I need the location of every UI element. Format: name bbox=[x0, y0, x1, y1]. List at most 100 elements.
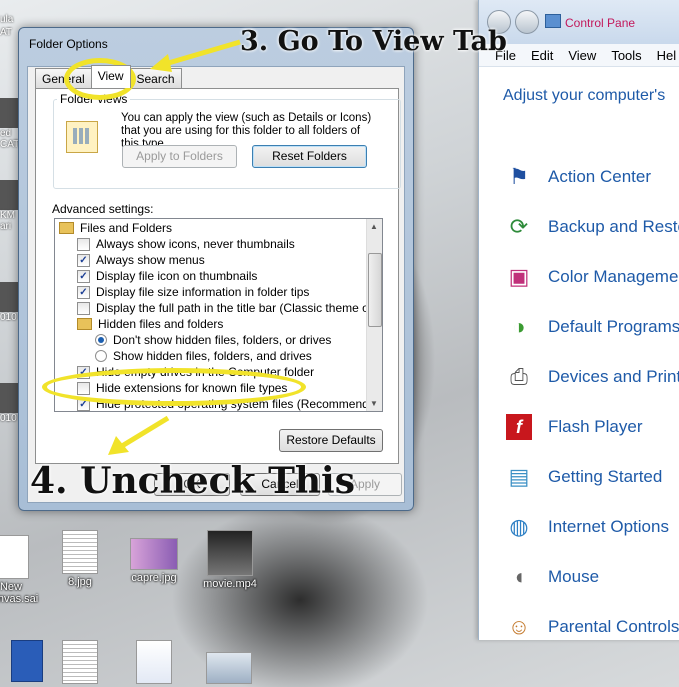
folder-options-dialog: Folder Options General View Search Folde… bbox=[18, 27, 414, 511]
tab-search[interactable]: Search bbox=[129, 68, 182, 89]
tree-label: Display the full path in the title bar (… bbox=[96, 301, 383, 315]
desktop-icon-label: 010 bbox=[0, 312, 17, 323]
breadcrumb[interactable]: Control Pane bbox=[565, 16, 635, 30]
cp-item-flash-player[interactable]: f Flash Player bbox=[502, 402, 679, 452]
scroll-down-icon[interactable]: ▼ bbox=[370, 399, 378, 408]
forward-icon[interactable] bbox=[515, 10, 539, 34]
tree-option-display-file-icon[interactable]: ✓ Display file icon on thumbnails bbox=[77, 268, 257, 284]
default-programs-icon: ◑ bbox=[512, 314, 526, 339]
checkbox[interactable] bbox=[77, 237, 90, 251]
desktop-icon-label: ula bbox=[0, 14, 14, 25]
hide-extensions-highlight bbox=[42, 368, 306, 406]
parental-controls-icon: ☺ bbox=[507, 614, 531, 639]
printer-icon: ⎙ bbox=[510, 364, 528, 389]
reset-folders-button[interactable]: Reset Folders bbox=[252, 145, 367, 168]
desktop-icon-capre[interactable]: capre.jpg bbox=[119, 538, 189, 584]
menu-bar: File Edit View Tools Hel bbox=[479, 44, 679, 67]
flag-icon: ⚑ bbox=[509, 164, 529, 189]
folder-views-icon bbox=[66, 121, 98, 153]
scroll-up-icon[interactable]: ▲ bbox=[370, 222, 378, 231]
document-icon bbox=[0, 535, 29, 579]
cp-item-getting-started[interactable]: ▤ Getting Started bbox=[502, 452, 679, 502]
menu-view[interactable]: View bbox=[568, 44, 605, 66]
flash-icon: f bbox=[506, 414, 532, 440]
desktop-icon-screenshot[interactable] bbox=[194, 652, 264, 686]
cp-item-default-programs[interactable]: ◑ Default Programs bbox=[502, 302, 679, 352]
cp-item-backup[interactable]: ⟳ Backup and Resto bbox=[502, 202, 679, 252]
scrollbar-thumb[interactable] bbox=[368, 253, 382, 327]
radio-selected[interactable] bbox=[95, 334, 107, 346]
word-document-icon bbox=[136, 640, 172, 684]
cp-item-label: Action Center bbox=[548, 167, 651, 186]
checkbox[interactable] bbox=[77, 301, 90, 315]
desktop-left-strip: ula AT ed CAT KM ari 010 010 bbox=[0, 0, 20, 424]
tree-folder-files-and-folders[interactable]: Files and Folders bbox=[59, 220, 172, 236]
cp-item-label: Parental Controls bbox=[548, 617, 679, 636]
control-panel-address-bar: Control Pane bbox=[479, 0, 679, 44]
desktop-icon-label: AT bbox=[0, 27, 13, 38]
cp-item-color-management[interactable]: ▣ Color Manageme bbox=[502, 252, 679, 302]
desktop-icon-label: capre.jpg bbox=[131, 572, 177, 584]
cp-item-action-center[interactable]: ⚑ Action Center bbox=[502, 152, 679, 202]
desktop-icon-label: New Canvas.sai bbox=[0, 581, 39, 605]
dialog-title: Folder Options bbox=[29, 37, 108, 51]
cp-item-internet-options[interactable]: ◍ Internet Options bbox=[502, 502, 679, 552]
radio[interactable] bbox=[95, 350, 107, 362]
checkbox-checked[interactable]: ✓ bbox=[77, 253, 90, 267]
tree-option-show-hidden[interactable]: Show hidden files, folders, and drives bbox=[95, 348, 312, 364]
desktop-icon-word-doc[interactable] bbox=[119, 640, 189, 686]
checkbox-checked[interactable]: ✓ bbox=[77, 285, 90, 299]
image-icon bbox=[62, 530, 98, 574]
desktop-icon-thumb[interactable] bbox=[0, 180, 20, 210]
tree-label: Always show icons, never thumbnails bbox=[96, 237, 295, 251]
tree-label: Don't show hidden files, folders, or dri… bbox=[113, 333, 332, 347]
document-icon bbox=[62, 640, 98, 684]
cp-item-label: Internet Options bbox=[548, 517, 669, 536]
folder-icon bbox=[59, 222, 74, 234]
restore-defaults-button[interactable]: Restore Defaults bbox=[279, 429, 383, 452]
image-icon bbox=[130, 538, 178, 570]
cp-item-label: Mouse bbox=[548, 567, 600, 586]
desktop-icon-thumb[interactable] bbox=[0, 282, 20, 312]
tree-option-display-file-size[interactable]: ✓ Display file size information in folde… bbox=[77, 284, 309, 300]
tree-label: Hidden files and folders bbox=[98, 317, 224, 331]
apply-to-folders-button[interactable]: Apply to Folders bbox=[122, 145, 237, 168]
mouse-icon: ◖ bbox=[512, 564, 526, 589]
desktop-icon-thumb[interactable] bbox=[0, 98, 20, 128]
cp-item-label: Getting Started bbox=[548, 467, 663, 486]
desktop-icon-thumb[interactable] bbox=[0, 383, 20, 413]
menu-edit[interactable]: Edit bbox=[531, 44, 562, 66]
menu-help[interactable]: Hel bbox=[657, 44, 679, 66]
tree-option-display-full-path[interactable]: Display the full path in the title bar (… bbox=[77, 300, 383, 316]
desktop-icon-new-canvas[interactable]: New Canvas.sai bbox=[0, 535, 46, 605]
tree-option-dont-show-hidden[interactable]: Don't show hidden files, folders, or dri… bbox=[95, 332, 331, 348]
cp-item-label: Devices and Print bbox=[548, 367, 679, 386]
control-panel-icon bbox=[545, 14, 561, 28]
desktop-icon-label: movie.mp4 bbox=[203, 578, 257, 590]
tree-option-always-show-icons[interactable]: Always show icons, never thumbnails bbox=[77, 236, 295, 252]
control-panel-items: ⚑ Action Center ⟳ Backup and Resto ▣ Col… bbox=[502, 152, 679, 652]
desktop-icon-movie[interactable]: movie.mp4 bbox=[195, 530, 265, 590]
checkbox-checked[interactable]: ✓ bbox=[77, 269, 90, 283]
tab-strip: General View Search bbox=[35, 65, 182, 89]
tree-label: Show hidden files, folders, and drives bbox=[113, 349, 312, 363]
desktop-icon-label: ed bbox=[0, 128, 12, 139]
annotation-step3: 3. Go To View Tab bbox=[240, 26, 507, 57]
cp-item-devices-printers[interactable]: ⎙ Devices and Print bbox=[502, 352, 679, 402]
cp-item-parental-controls[interactable]: ☺ Parental Controls bbox=[502, 602, 679, 652]
page-title: Adjust your computer's bbox=[503, 87, 666, 104]
menu-tools[interactable]: Tools bbox=[611, 44, 650, 66]
desktop-icon-label: 8.jpg bbox=[68, 576, 92, 588]
desktop-icon-8jpg[interactable]: 8.jpg bbox=[45, 530, 115, 588]
tree-label: Always show menus bbox=[96, 253, 205, 267]
tree-scrollbar[interactable]: ▲ ▼ bbox=[366, 219, 382, 411]
color-management-icon: ▣ bbox=[508, 264, 530, 289]
tree-folder-hidden-files[interactable]: Hidden files and folders bbox=[77, 316, 223, 332]
tree-option-always-show-menus[interactable]: ✓ Always show menus bbox=[77, 252, 205, 268]
desktop-icon-file[interactable] bbox=[45, 640, 115, 686]
cp-item-mouse[interactable]: ◖ Mouse bbox=[502, 552, 679, 602]
folder-icon bbox=[77, 318, 92, 330]
desktop-icon-label: ari bbox=[0, 221, 12, 232]
desktop-icon-label: KM bbox=[0, 210, 15, 221]
tab-view[interactable]: View bbox=[90, 65, 131, 88]
